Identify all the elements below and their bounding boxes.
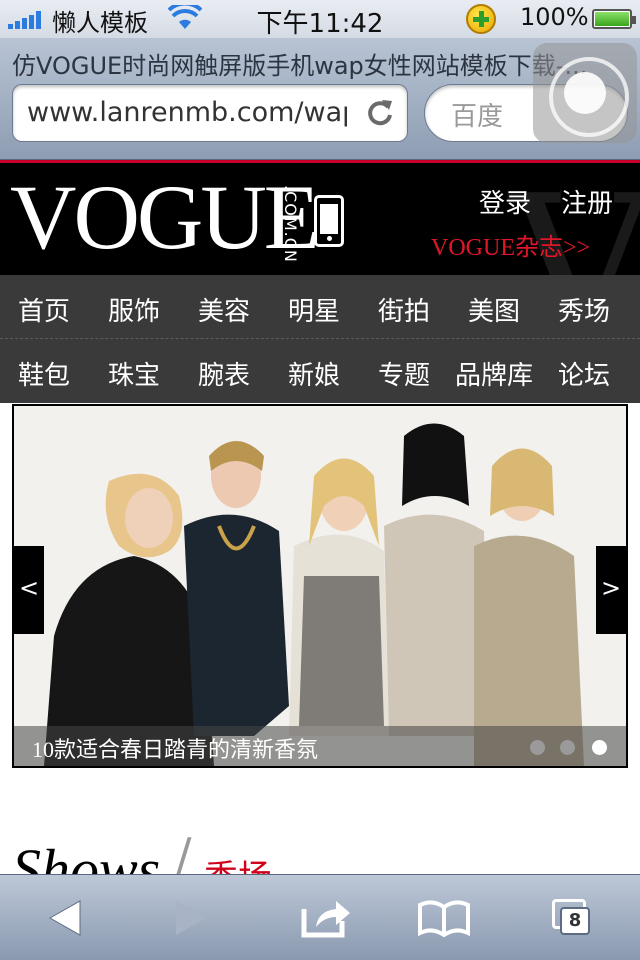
status-bar: 懒人模板 下午11:42 100% — [0, 0, 640, 39]
browser-toolbar: 8 — [0, 874, 640, 960]
banner-caption[interactable]: 10款适合春日踏青的清新香氛 — [32, 732, 318, 764]
tabs-icon[interactable]: 8 — [548, 895, 608, 941]
nav-item-jewelry[interactable]: 珠宝 — [108, 355, 160, 392]
site-header: V VOGUE .COM.CN 登录 注册 VOGUE杂志>> — [0, 163, 640, 275]
page-title: 仿VOGUE时尚网触屏版手机wap女性网站模板下载-... — [12, 52, 588, 80]
app-root: 懒人模板 下午11:42 100% 仿VOGUE时尚网触屏版手机wap女性网站模… — [0, 0, 640, 960]
carousel-next-button[interactable]: > — [596, 546, 626, 634]
nav-item-stars[interactable]: 明星 — [288, 291, 340, 328]
nav-item-forum[interactable]: 论坛 — [558, 355, 610, 392]
reload-icon[interactable] — [365, 98, 395, 128]
url-field[interactable]: www.lanrenmb.com/wap — [12, 84, 408, 142]
nav-item-home[interactable]: 首页 — [18, 291, 70, 328]
tabs-count: 8 — [560, 907, 590, 935]
forward-arrow-icon[interactable] — [160, 895, 220, 941]
nav-item-street[interactable]: 街拍 — [378, 291, 430, 328]
browser-chrome: 仿VOGUE时尚网触屏版手机wap女性网站模板下载-... www.lanren… — [0, 38, 640, 160]
nav-item-watches[interactable]: 腕表 — [198, 355, 250, 392]
back-arrow-icon[interactable] — [36, 895, 96, 941]
register-link[interactable]: 注册 — [561, 183, 613, 220]
nav-item-shows[interactable]: 秀场 — [558, 291, 610, 328]
banner-photo[interactable] — [14, 406, 626, 766]
carousel-prev-button[interactable]: < — [14, 546, 44, 634]
battery-percent: 100% — [520, 3, 589, 31]
nav-item-brands[interactable]: 品牌库 — [455, 355, 533, 392]
bookmarks-icon[interactable] — [414, 895, 474, 941]
share-icon[interactable] — [296, 895, 356, 941]
nav-item-gallery[interactable]: 美图 — [468, 291, 520, 328]
url-text[interactable]: www.lanrenmb.com/wap — [27, 97, 347, 128]
nav-item-bridal[interactable]: 新娘 — [288, 355, 340, 392]
nav-item-beauty[interactable]: 美容 — [198, 291, 250, 328]
banner-carousel[interactable]: < > 10款适合春日踏青的清新香氛 — [12, 404, 628, 768]
assistive-touch-button[interactable] — [533, 43, 637, 143]
carousel-dot-1[interactable] — [530, 740, 545, 755]
mobile-phone-icon — [314, 195, 344, 247]
main-nav: 首页 服饰 美容 明星 街拍 美图 秀场 鞋包 珠宝 腕表 新娘 专题 品牌库 … — [0, 275, 640, 403]
login-link[interactable]: 登录 — [479, 183, 531, 220]
battery-icon — [592, 9, 636, 29]
carousel-dot-2[interactable] — [560, 740, 575, 755]
nav-item-shoes-bags[interactable]: 鞋包 — [18, 355, 70, 392]
magazine-link[interactable]: VOGUE杂志>> — [431, 227, 590, 262]
caption-bar: 10款适合春日踏青的清新香氛 — [14, 726, 626, 766]
nav-row-1: 首页 服饰 美容 明星 街拍 美图 秀场 — [0, 275, 640, 339]
nav-item-features[interactable]: 专题 — [378, 355, 430, 392]
vogue-logo[interactable]: VOGUE — [10, 167, 320, 267]
carousel-dot-3[interactable] — [592, 740, 607, 755]
nav-item-fashion[interactable]: 服饰 — [108, 291, 160, 328]
nav-row-2: 鞋包 珠宝 腕表 新娘 专题 品牌库 论坛 — [0, 339, 640, 403]
plus-icon — [466, 4, 496, 34]
logo-domain: .COM.CN — [281, 185, 300, 263]
